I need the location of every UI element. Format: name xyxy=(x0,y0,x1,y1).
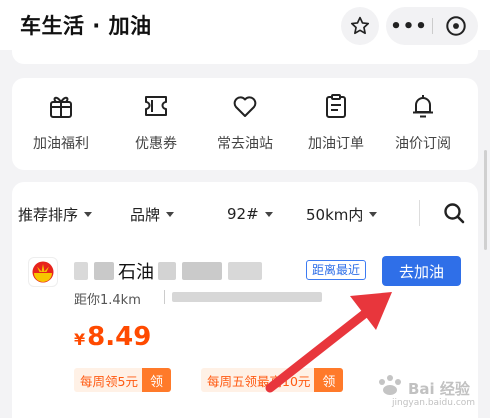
app-header: 车生活 · 加油 ••• xyxy=(0,0,490,50)
more-button[interactable]: ••• xyxy=(386,7,432,45)
sort-filter-label: 推荐排序 xyxy=(18,205,79,224)
brand-filter[interactable]: 品牌 xyxy=(130,204,175,224)
star-icon xyxy=(350,16,370,35)
blurred-name-part xyxy=(74,262,88,280)
shortcut-coupons[interactable]: 优惠券 xyxy=(111,78,201,170)
currency-symbol: ¥ xyxy=(74,330,86,349)
blurred-name-part xyxy=(228,262,262,280)
shortcut-price-subscribe[interactable]: 油价订阅 xyxy=(378,78,468,170)
gift-icon xyxy=(50,96,72,118)
price-value: 8.49 xyxy=(87,322,152,352)
range-filter[interactable]: 50km内 xyxy=(306,204,378,224)
shortcut-label: 常去油站 xyxy=(217,136,273,152)
station-price: ¥8.49 xyxy=(74,322,151,352)
fuel-filter-label: 92# xyxy=(227,205,259,223)
shortcut-label: 加油订单 xyxy=(308,136,364,152)
blurred-name-part xyxy=(94,262,114,280)
favorite-button[interactable] xyxy=(341,7,379,45)
station-distance: 距你1.4km xyxy=(74,293,141,308)
coupon-text: 每周五领最高10元 xyxy=(207,373,311,389)
shortcut-card: 加油福利 优惠券 常去油站 加油订单 油价订阅 xyxy=(12,78,478,170)
coupon-claim-button[interactable]: 领 xyxy=(314,368,344,392)
caret-down-icon xyxy=(369,211,378,217)
miniapp-capsule: ••• xyxy=(386,7,478,45)
coupon-icon xyxy=(145,96,167,116)
shell-logo-icon xyxy=(32,261,54,283)
previous-card-edge xyxy=(12,50,478,64)
sort-filter[interactable]: 推荐排序 xyxy=(18,204,93,224)
shortcut-label: 油价订阅 xyxy=(395,136,451,152)
station-name: 石油 xyxy=(118,262,154,283)
close-circle-icon xyxy=(446,16,466,36)
distance-divider xyxy=(164,290,165,304)
heart-icon xyxy=(233,96,257,117)
coupon-text: 每周领5元 xyxy=(80,373,138,389)
capsule-divider xyxy=(432,18,433,34)
go-refuel-button[interactable]: 去加油 xyxy=(382,256,461,286)
coupon-friday-10[interactable]: 每周五领最高10元 领 xyxy=(201,368,344,392)
shortcut-label: 加油福利 xyxy=(33,136,89,152)
shortcut-fuel-orders[interactable]: 加油订单 xyxy=(291,78,381,170)
close-button[interactable] xyxy=(434,7,478,45)
shortcut-fuel-welfare[interactable]: 加油福利 xyxy=(16,78,106,170)
caret-down-icon xyxy=(84,211,93,217)
search-icon[interactable] xyxy=(442,201,466,225)
shortcut-frequent-stations[interactable]: 常去油站 xyxy=(200,78,290,170)
fuel-filter[interactable]: 92# xyxy=(227,204,273,224)
page-title: 车生活 · 加油 xyxy=(20,14,152,38)
nearest-tag: 距离最近 xyxy=(306,260,367,280)
scrollbar-thumb[interactable] xyxy=(484,150,487,250)
filter-divider xyxy=(419,200,420,226)
shortcut-label: 优惠券 xyxy=(135,136,177,152)
watermark-text: Bai 经验 xyxy=(408,380,470,398)
coupon-weekly-5[interactable]: 每周领5元 领 xyxy=(74,368,171,392)
coupon-claim-button[interactable]: 领 xyxy=(141,368,171,392)
blurred-name-part xyxy=(182,262,222,280)
bell-icon xyxy=(413,95,433,118)
caret-down-icon xyxy=(264,211,273,217)
order-icon xyxy=(326,94,346,118)
blurred-address xyxy=(172,292,322,302)
range-filter-label: 50km内 xyxy=(306,205,364,224)
watermark-url: jingyan.baidu.com xyxy=(392,398,476,408)
caret-down-icon xyxy=(166,211,175,217)
station-logo xyxy=(28,257,58,287)
brand-filter-label: 品牌 xyxy=(130,205,161,224)
blurred-name-part xyxy=(158,262,176,280)
